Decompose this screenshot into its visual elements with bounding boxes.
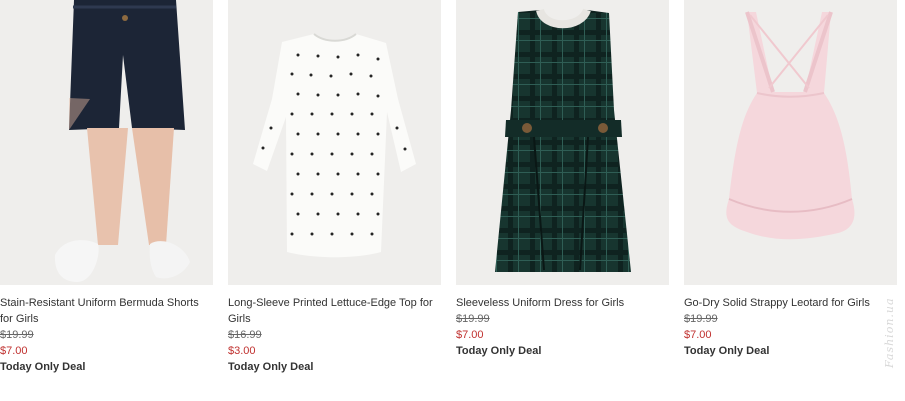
product-info: Sleeveless Uniform Dress for Girls $19.9… xyxy=(456,285,669,359)
shorts-image xyxy=(0,0,213,285)
product-name-link[interactable]: Sleeveless Uniform Dress for Girls xyxy=(456,295,669,311)
product-image[interactable] xyxy=(0,0,213,285)
product-card[interactable]: Sleeveless Uniform Dress for Girls $19.9… xyxy=(456,0,669,375)
leotard-image xyxy=(684,0,897,285)
product-info: Stain-Resistant Uniform Bermuda Shorts f… xyxy=(0,285,213,375)
product-info: Go-Dry Solid Strappy Leotard for Girls $… xyxy=(684,285,897,359)
product-grid: Stain-Resistant Uniform Bermuda Shorts f… xyxy=(0,0,900,375)
deal-label: Today Only Deal xyxy=(456,345,542,357)
product-image[interactable] xyxy=(228,0,441,285)
deal-label: Today Only Deal xyxy=(0,361,86,373)
original-price: $16.99 xyxy=(228,329,262,341)
deal-label: Today Only Deal xyxy=(684,345,770,357)
product-card[interactable]: Stain-Resistant Uniform Bermuda Shorts f… xyxy=(0,0,213,375)
product-info: Long-Sleeve Printed Lettuce-Edge Top for… xyxy=(228,285,441,375)
original-price: $19.99 xyxy=(456,313,490,325)
sale-price: $7.00 xyxy=(0,345,28,357)
product-name-link[interactable]: Stain-Resistant Uniform Bermuda Shorts f… xyxy=(0,295,213,327)
product-card[interactable]: Go-Dry Solid Strappy Leotard for Girls $… xyxy=(684,0,897,375)
deal-label: Today Only Deal xyxy=(228,361,314,373)
product-grid-page: Stain-Resistant Uniform Bermuda Shorts f… xyxy=(0,0,905,401)
sale-price: $3.00 xyxy=(228,345,256,357)
plaid-dress-image xyxy=(456,0,669,285)
polka-dot-top-image xyxy=(228,0,441,285)
original-price: $19.99 xyxy=(684,313,718,325)
product-name-link[interactable]: Long-Sleeve Printed Lettuce-Edge Top for… xyxy=(228,295,441,327)
sale-price: $7.00 xyxy=(456,329,484,341)
sale-price: $7.00 xyxy=(684,329,712,341)
original-price: $19.99 xyxy=(0,329,34,341)
product-card[interactable]: Long-Sleeve Printed Lettuce-Edge Top for… xyxy=(228,0,441,375)
site-watermark: Fashion.ua xyxy=(883,297,896,368)
product-image[interactable] xyxy=(684,0,897,285)
product-name-link[interactable]: Go-Dry Solid Strappy Leotard for Girls xyxy=(684,295,897,311)
product-image[interactable] xyxy=(456,0,669,285)
